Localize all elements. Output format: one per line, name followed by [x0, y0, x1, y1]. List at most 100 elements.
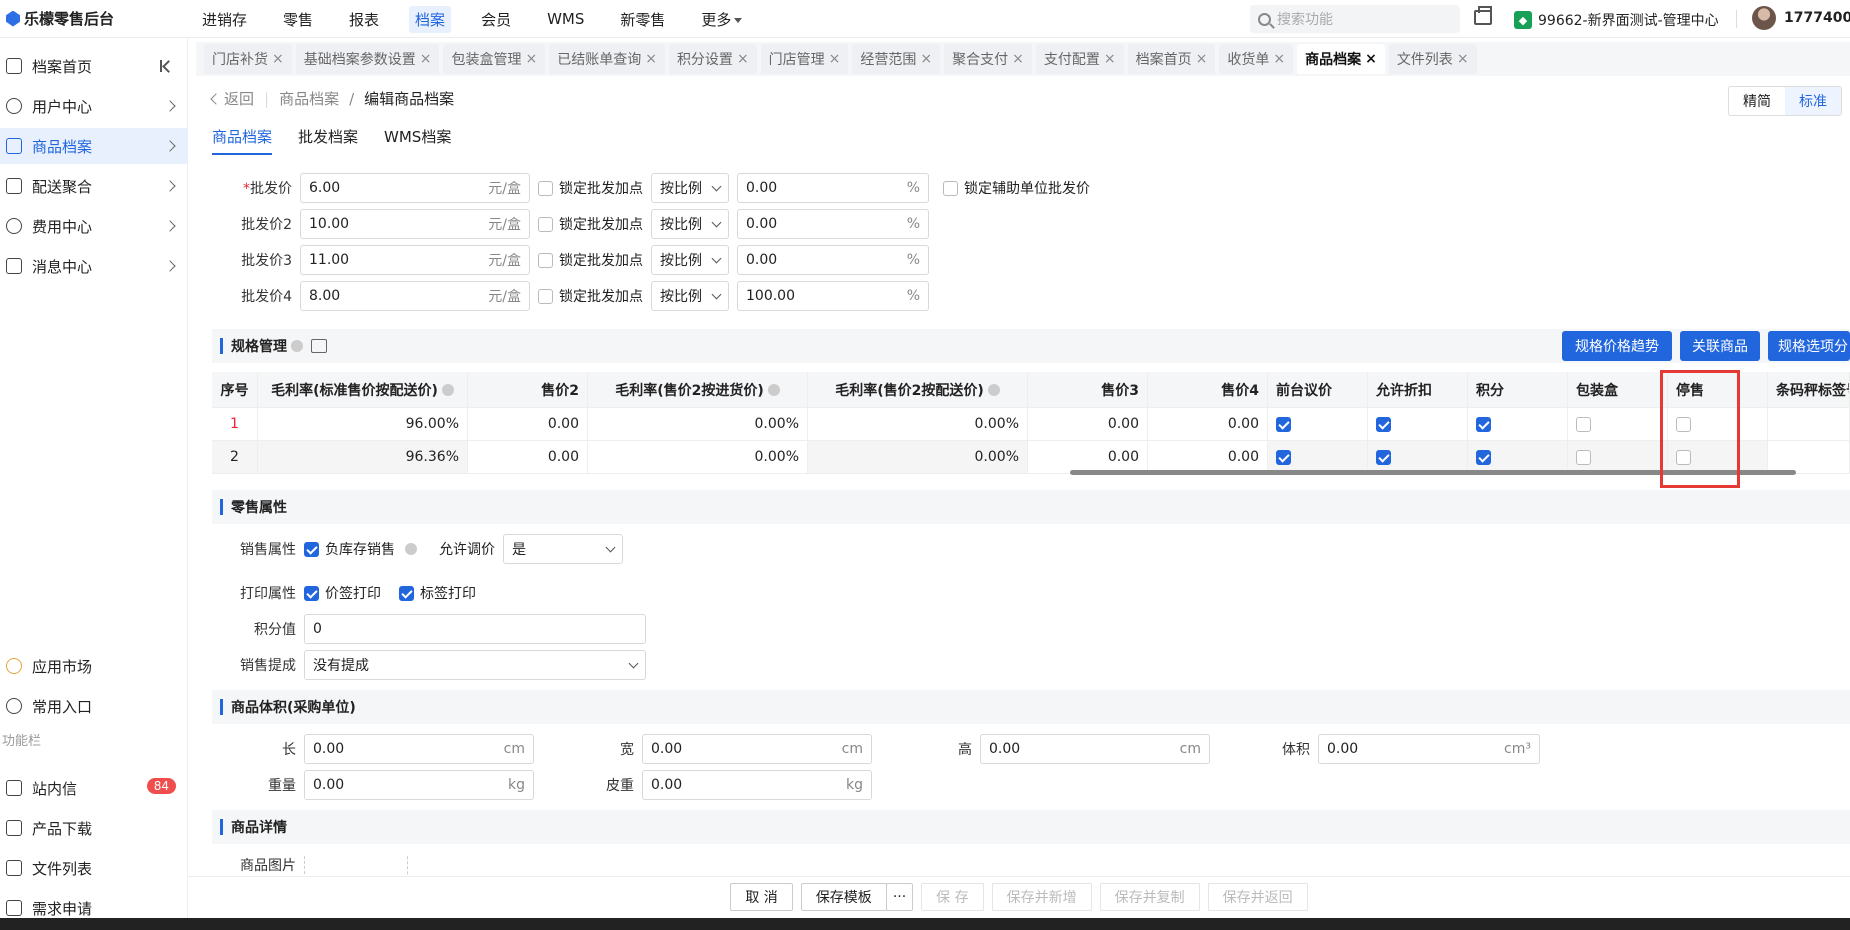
user-menu[interactable]: 177740052	[1752, 6, 1850, 30]
negative-stock-checkbox[interactable]: 负库存销售	[304, 539, 417, 559]
width-input[interactable]: 0.00 cm	[642, 734, 872, 764]
save-and-copy-button[interactable]: 保存并复制	[1099, 882, 1200, 911]
sidebar-item-inbox[interactable]: 站内信 84	[0, 770, 188, 806]
topnav-inventory[interactable]: 进销存	[196, 6, 253, 33]
commission-select[interactable]: 没有提成	[304, 650, 646, 680]
tab-points-settings[interactable]: 积分设置 ×	[668, 44, 757, 74]
close-icon[interactable]: ×	[1104, 51, 1116, 67]
sidebar-item-archive-home[interactable]: 档案首页	[0, 48, 188, 84]
collapse-icon[interactable]	[160, 60, 174, 72]
save-and-new-button[interactable]: 保存并新增	[991, 882, 1092, 911]
wholesale-price2-input[interactable]: 10.00 元/盒	[300, 209, 530, 239]
markup-pct-input[interactable]: 0.00%	[737, 209, 929, 239]
height-input[interactable]: 0.00 cm	[980, 734, 1210, 764]
topnav-new-retail[interactable]: 新零售	[614, 6, 671, 33]
markup-mode-select[interactable]: 按比例	[651, 173, 729, 203]
lock-aux-unit-checkbox[interactable]: 锁定辅助单位批发价	[943, 178, 1090, 198]
box-checkbox[interactable]	[1576, 416, 1591, 432]
sidebar-item-product-archive[interactable]: 商品档案	[0, 128, 188, 164]
tab-receipt[interactable]: 收货单 ×	[1219, 44, 1294, 74]
related-products-button[interactable]: 关联商品	[1680, 331, 1760, 361]
sidebar-item-delivery[interactable]: 配送聚合	[0, 168, 188, 204]
tab-box-manage[interactable]: 包装盒管理 ×	[443, 44, 546, 74]
sidebar-item-common-entry[interactable]: 常用入口	[0, 688, 188, 724]
cancel-button[interactable]: 取 消	[730, 882, 793, 911]
save-and-return-button[interactable]: 保存并返回	[1207, 882, 1308, 911]
tab-archive-home[interactable]: 档案首页 ×	[1127, 44, 1216, 74]
close-icon[interactable]: ×	[737, 51, 749, 67]
sidebar-item-fee-center[interactable]: 费用中心	[0, 208, 188, 244]
topnav-member[interactable]: 会员	[475, 6, 517, 33]
tab-closed-bills[interactable]: 已结账单查询 ×	[549, 44, 665, 74]
discount-checkbox[interactable]	[1376, 449, 1391, 465]
lock-markup-checkbox[interactable]: 锁定批发加点	[538, 214, 643, 234]
more-button[interactable]: ···	[885, 882, 914, 911]
lock-markup-checkbox[interactable]: 锁定批发加点	[538, 250, 643, 270]
tab-pay-config[interactable]: 支付配置 ×	[1035, 44, 1124, 74]
wholesale-price-input[interactable]: 6.00 元/盒	[300, 173, 530, 203]
close-icon[interactable]: ×	[829, 51, 841, 67]
close-icon[interactable]: ×	[1365, 51, 1377, 67]
topnav-archive[interactable]: 档案	[409, 5, 452, 33]
view-simple-button[interactable]: 精简	[1729, 87, 1785, 115]
table-row[interactable]: 1 96.00% 0.00 0.00% 0.00% 0.00 0.00	[212, 408, 1850, 441]
lock-markup-checkbox[interactable]: 锁定批发加点	[538, 286, 643, 306]
close-icon[interactable]: ×	[645, 51, 657, 67]
crumb-parent[interactable]: 商品档案	[279, 88, 339, 109]
close-icon[interactable]: ×	[420, 51, 432, 67]
store-selector[interactable]: ◆ 99662-新界面测试-管理中心	[1514, 10, 1719, 30]
tab-file-list[interactable]: 文件列表 ×	[1388, 44, 1477, 74]
layout-icon[interactable]	[311, 339, 327, 353]
close-icon[interactable]: ×	[272, 51, 284, 67]
close-icon[interactable]: ×	[920, 51, 932, 67]
haggle-checkbox[interactable]	[1276, 449, 1291, 465]
markup-pct-input[interactable]: 100.00%	[737, 281, 929, 311]
wholesale-price3-input[interactable]: 11.00 元/盒	[300, 245, 530, 275]
close-icon[interactable]: ×	[1273, 51, 1285, 67]
tab-business-scope[interactable]: 经营范围 ×	[852, 44, 941, 74]
discount-checkbox[interactable]	[1376, 416, 1391, 432]
box-checkbox[interactable]	[1576, 449, 1591, 465]
tab-basic-params[interactable]: 基础档案参数设置 ×	[295, 44, 440, 74]
volume-input[interactable]: 0.00 cm³	[1318, 734, 1540, 764]
search-input[interactable]: 搜索功能	[1250, 5, 1460, 33]
back-link[interactable]: 返回	[210, 88, 254, 109]
points-checkbox[interactable]	[1476, 416, 1491, 432]
spec-options-button[interactable]: 规格选项分	[1768, 331, 1850, 361]
sidebar-item-download[interactable]: 产品下载	[0, 810, 188, 846]
close-icon[interactable]: ×	[1196, 51, 1208, 67]
markup-mode-select[interactable]: 按比例	[651, 281, 729, 311]
length-input[interactable]: 0.00 cm	[304, 734, 534, 764]
topnav-wms[interactable]: WMS	[541, 7, 590, 31]
topnav-more[interactable]: 更多	[695, 6, 748, 33]
points-value-input[interactable]: 0	[304, 614, 646, 644]
haggle-checkbox[interactable]	[1276, 416, 1291, 432]
view-standard-button[interactable]: 标准	[1785, 87, 1841, 115]
topnav-reports[interactable]: 报表	[343, 6, 385, 33]
close-icon[interactable]: ×	[525, 51, 537, 67]
help-icon[interactable]	[291, 340, 303, 352]
spec-price-trend-button[interactable]: 规格价格趋势	[1562, 331, 1672, 361]
save-template-button[interactable]: 保存模板	[800, 882, 887, 911]
printer-icon[interactable]	[1474, 6, 1492, 25]
tab-store-manage[interactable]: 门店管理 ×	[760, 44, 849, 74]
sidebar-item-user-center[interactable]: 用户中心	[0, 88, 188, 124]
sidebar-item-message-center[interactable]: 消息中心	[0, 248, 188, 284]
markup-pct-input[interactable]: 0.00%	[737, 173, 929, 203]
markup-mode-select[interactable]: 按比例	[651, 209, 729, 239]
sidebar-item-app-market[interactable]: 应用市场	[0, 648, 188, 684]
lock-markup-checkbox[interactable]: 锁定批发加点	[538, 178, 643, 198]
tab-aggregate-pay[interactable]: 聚合支付 ×	[944, 44, 1032, 74]
weight-input[interactable]: 0.00 kg	[304, 770, 534, 800]
tare-input[interactable]: 0.00 kg	[642, 770, 872, 800]
image-upload[interactable]	[304, 855, 408, 875]
tab-store-replenish[interactable]: 门店补货 ×	[204, 44, 292, 74]
allow-price-adjust-select[interactable]: 是	[503, 534, 623, 564]
close-icon[interactable]: ×	[1012, 51, 1024, 67]
tab-product-archive[interactable]: 商品档案 ×	[1297, 44, 1385, 74]
price-tag-print-checkbox[interactable]: 价签打印	[304, 583, 381, 603]
topnav-retail[interactable]: 零售	[277, 6, 319, 33]
save-button[interactable]: 保 存	[921, 882, 984, 911]
markup-pct-input[interactable]: 0.00%	[737, 245, 929, 275]
wholesale-price4-input[interactable]: 8.00 元/盒	[300, 281, 530, 311]
